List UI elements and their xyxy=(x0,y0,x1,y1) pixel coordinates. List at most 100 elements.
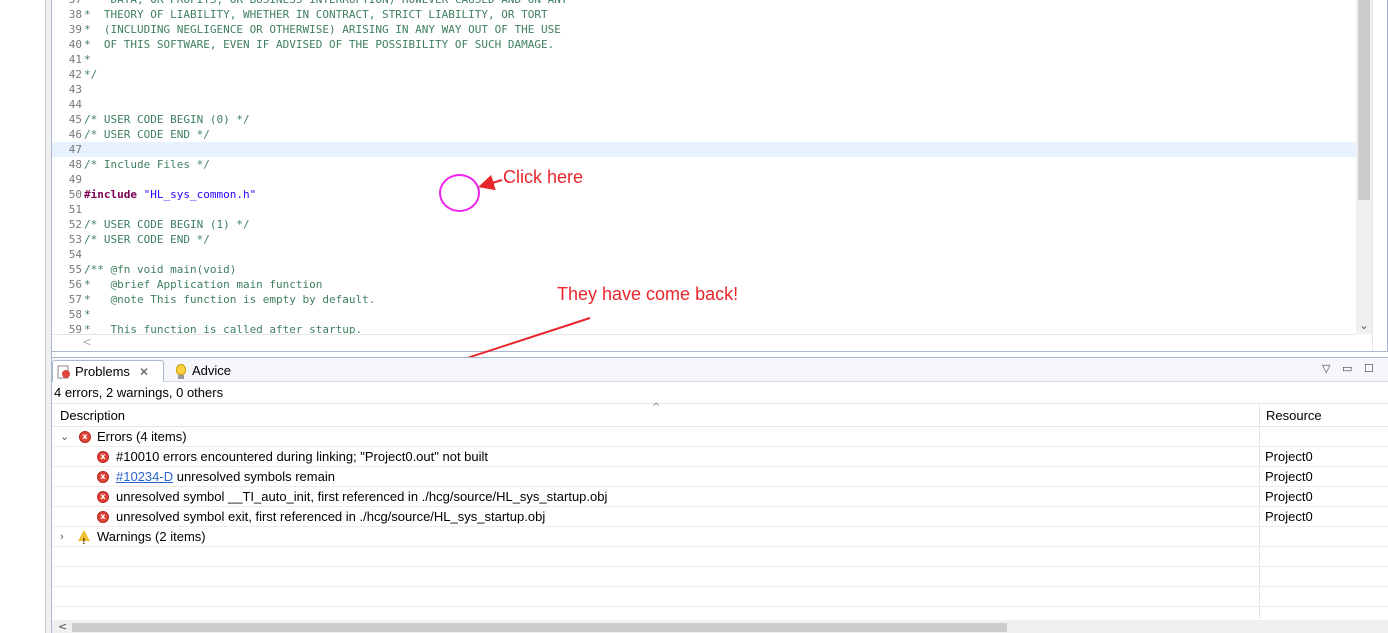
problem-row[interactable]: x #10010 errors encountered during linkin… xyxy=(52,447,1388,467)
code-line[interactable]: 37* DATA, OR PROFITS; OR BUSINESS INTERR… xyxy=(52,0,1356,7)
code-line[interactable]: 50 #include "HL_sys_common.h" xyxy=(52,187,1356,202)
line-number: 58 xyxy=(68,308,82,321)
editor-vertical-scroll-thumb[interactable] xyxy=(1358,0,1370,200)
empty-row xyxy=(52,547,1388,567)
line-number: 56 xyxy=(68,278,82,291)
code-line[interactable]: 39 * (INCLUDING NEGLIGENCE OR OTHERWISE) … xyxy=(52,22,1356,37)
problems-summary: 4 errors, 2 warnings, 0 others xyxy=(54,385,224,400)
problem-resource: Project0 xyxy=(1265,489,1313,504)
code-line[interactable]: 42 */ xyxy=(52,67,1356,82)
problem-row[interactable]: x #10234-D unresolved symbols remain Proje… xyxy=(52,467,1388,487)
code-text: * @brief Application main function xyxy=(84,278,323,291)
tab-advice[interactable]: Advice xyxy=(170,360,234,382)
line-number: 49 xyxy=(68,173,82,186)
warning-group-row[interactable]: ›! Warnings (2 items) xyxy=(52,527,1388,547)
code-text: * xyxy=(84,308,91,321)
minimize-icon[interactable]: ▭ xyxy=(1342,362,1352,375)
problem-row[interactable]: x unresolved symbol __TI_auto_init, first… xyxy=(52,487,1388,507)
problem-resource: Project0 xyxy=(1265,509,1313,524)
expand-chevron-icon[interactable]: › xyxy=(60,527,64,547)
line-number: 45 xyxy=(68,113,82,126)
code-line[interactable]: 40 * OF THIS SOFTWARE, EVEN IF ADVISED OF… xyxy=(52,37,1356,52)
code-line[interactable]: 55/** @fn void main(void) xyxy=(52,262,1356,277)
close-icon[interactable]: ✕ xyxy=(139,361,149,383)
line-number: 42 xyxy=(68,68,82,81)
problem-description: #10010 errors encountered during linking… xyxy=(116,449,489,464)
tab-problems-label: Problems xyxy=(75,364,130,379)
code-line[interactable]: 41 * xyxy=(52,52,1356,67)
line-number: 55 xyxy=(68,263,82,276)
line-number: 54 xyxy=(68,248,82,261)
line-number: 44 xyxy=(68,98,82,111)
problem-resource: Project0 xyxy=(1265,449,1313,464)
error-icon: x xyxy=(97,451,109,463)
code-text: /** @fn void main(void) xyxy=(84,263,237,276)
tab-advice-label: Advice xyxy=(192,363,232,378)
code-line[interactable]: 54 xyxy=(52,247,1356,262)
code-line[interactable]: 49 xyxy=(52,172,1356,187)
code-text: /* USER CODE BEGIN (1) */ xyxy=(84,218,250,231)
error-icon: x xyxy=(97,511,109,523)
line-number: 48 xyxy=(68,158,82,171)
scroll-down-icon[interactable]: ⌄ xyxy=(1356,318,1372,334)
line-number: 53 xyxy=(68,233,82,246)
line-number: 51 xyxy=(68,203,82,216)
line-number: 46 xyxy=(68,128,82,141)
panel-horizontal-scroll-thumb[interactable] xyxy=(72,623,1007,632)
problem-row[interactable]: x unresolved symbol exit, first reference… xyxy=(52,507,1388,527)
problem-description: unresolved symbol __TI_auto_init, first … xyxy=(116,489,608,504)
column-description[interactable]: Description xyxy=(60,408,125,423)
code-line[interactable]: 58 * xyxy=(52,307,1356,322)
tab-problems[interactable]: Problems ✕ xyxy=(52,360,164,382)
code-text: */ xyxy=(84,68,98,81)
line-number: 47 xyxy=(68,143,82,156)
code-line[interactable]: 44 xyxy=(52,97,1356,112)
code-line[interactable]: 47 xyxy=(52,142,1356,157)
code-text: * xyxy=(84,53,91,66)
code-text: /* USER CODE END */ xyxy=(84,128,210,141)
maximize-icon[interactable]: ☐ xyxy=(1364,362,1374,375)
error-code-link[interactable]: #10234-D xyxy=(116,469,173,484)
keyword-token: #include xyxy=(84,188,137,201)
code-text: * DATA, OR PROFITS; OR BUSINESS INTERRUP… xyxy=(84,0,567,7)
overview-ruler[interactable] xyxy=(1372,0,1387,351)
problem-description: #10234-D unresolved symbols remain xyxy=(116,467,335,487)
code-line[interactable]: 46/* USER CODE END */ xyxy=(52,127,1356,142)
empty-row xyxy=(52,567,1388,587)
view-menu-icon[interactable]: ▽ xyxy=(1322,362,1330,375)
line-number: 37 xyxy=(54,0,82,7)
line-number: 40 xyxy=(68,38,82,51)
sort-indicator-icon: ^ xyxy=(652,402,661,413)
editor-horizontal-scrollbar[interactable] xyxy=(52,334,1356,351)
come-back-annotation: They have come back! xyxy=(557,284,739,304)
string-token: "HL_sys_common.h" xyxy=(143,188,257,201)
code-line[interactable]: 53/* USER CODE END */ xyxy=(52,232,1356,247)
click-here-annotation: Click here xyxy=(503,167,584,187)
code-text: /* USER CODE END */ xyxy=(84,233,210,246)
code-line[interactable]: 51 xyxy=(52,202,1356,217)
error-icon: x xyxy=(79,431,91,443)
code-line[interactable]: 43 xyxy=(52,82,1356,97)
line-number: 43 xyxy=(68,83,82,96)
line-number: 52 xyxy=(68,218,82,231)
code-line[interactable]: 48/* Include Files */ xyxy=(52,157,1356,172)
warning-group-label: Warnings (2 items) xyxy=(97,529,206,544)
expand-chevron-icon[interactable]: ⌄ xyxy=(60,427,69,447)
error-icon: x xyxy=(97,491,109,503)
error-group-label: Errors (4 items) xyxy=(97,429,187,444)
line-number: 50 xyxy=(68,188,82,201)
scroll-left-icon[interactable]: < xyxy=(82,335,92,349)
code-text: /* Include Files */ xyxy=(84,158,210,171)
code-text: * THEORY OF LIABILITY, WHETHER IN CONTRA… xyxy=(84,8,548,21)
error-group-row[interactable]: ⌄ x Errors (4 items) xyxy=(52,427,1388,447)
code-line[interactable]: 45/* USER CODE BEGIN (0) */ xyxy=(52,112,1356,127)
error-icon: x xyxy=(97,471,109,483)
scroll-left-icon[interactable]: < xyxy=(58,620,67,633)
code-line[interactable]: 52/* USER CODE BEGIN (1) */ xyxy=(52,217,1356,232)
code-text: /* USER CODE BEGIN (0) */ xyxy=(84,113,250,126)
code-line[interactable]: 38 * THEORY OF LIABILITY, WHETHER IN CONT… xyxy=(52,7,1356,22)
click-target-circle xyxy=(439,174,480,212)
column-resource[interactable]: Resource xyxy=(1266,408,1322,423)
problems-icon xyxy=(57,365,70,379)
problem-resource: Project0 xyxy=(1265,469,1313,484)
